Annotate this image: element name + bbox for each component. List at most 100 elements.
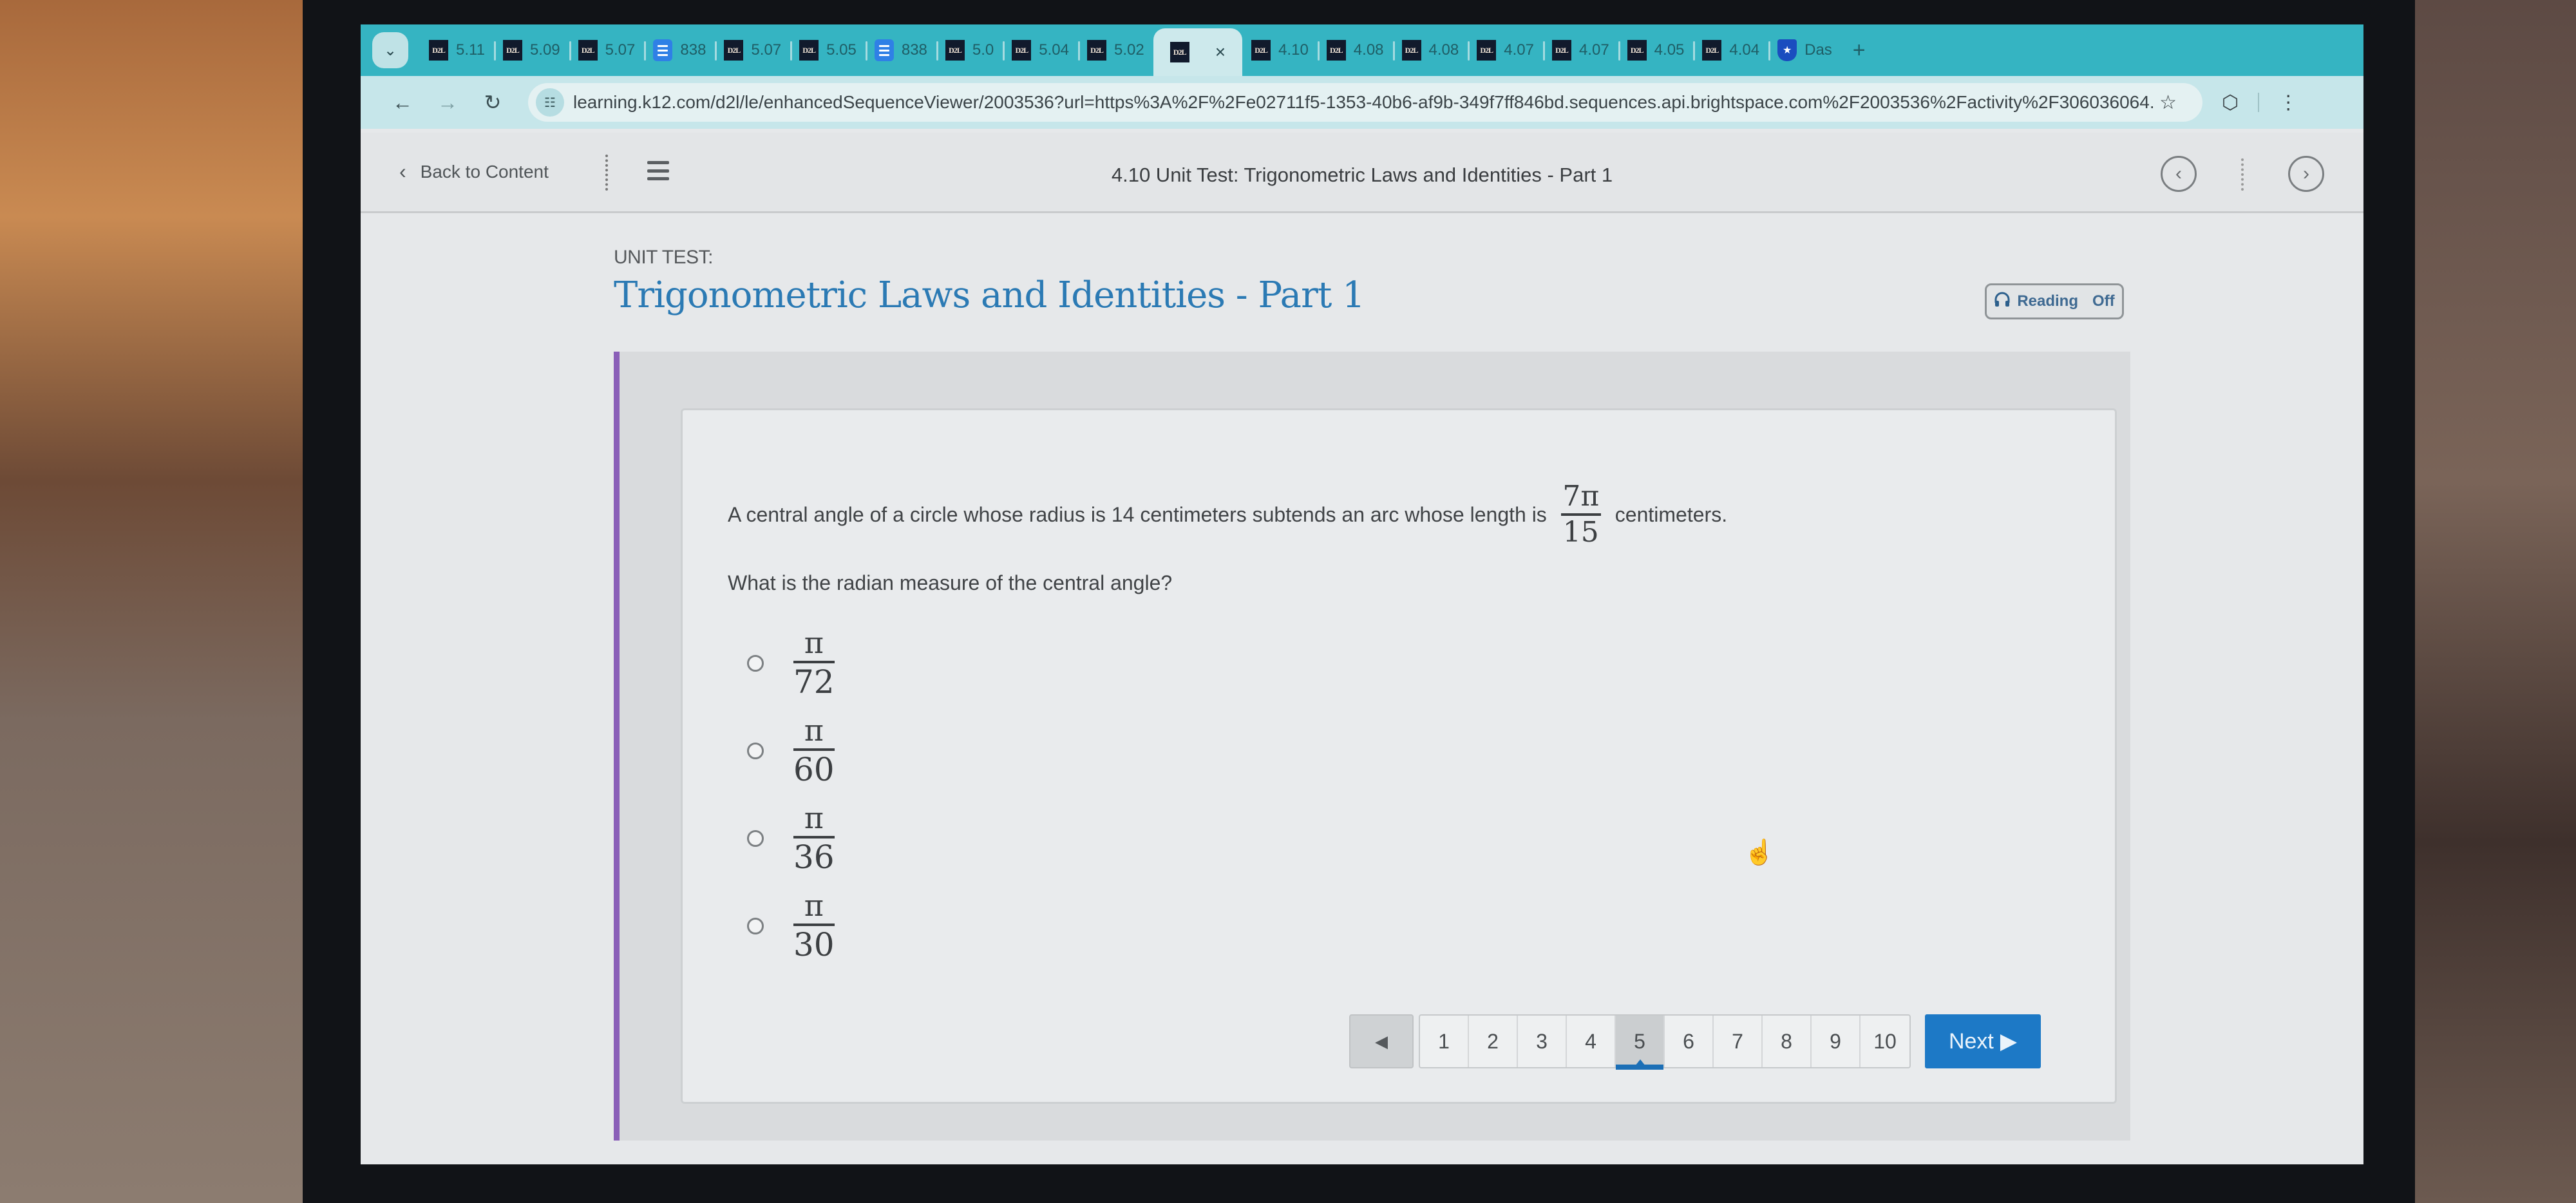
next-activity-button[interactable]: › xyxy=(2288,156,2324,192)
browser-toolbar: ← → ↻ ☷ learning.k12.com/d2l/le/enhanced… xyxy=(361,76,2363,129)
shield-favicon-icon: ★ xyxy=(1777,39,1797,61)
browser-tab[interactable]: D2L 4.08 xyxy=(1392,31,1468,70)
choice-fraction: π 36 xyxy=(793,802,835,875)
page-button[interactable]: 7 xyxy=(1714,1016,1763,1067)
browser-tab[interactable]: 838 xyxy=(644,31,715,70)
browser-tab[interactable]: D2L 5.05 xyxy=(790,31,866,70)
next-question-button[interactable]: Next ▶ xyxy=(1925,1014,2041,1068)
radio-button[interactable] xyxy=(747,743,764,759)
browser-tab[interactable]: D2L 5.07 xyxy=(569,31,645,70)
choice-fraction: π 30 xyxy=(793,889,835,963)
back-button[interactable]: ← xyxy=(380,91,425,115)
extensions-icon[interactable]: ⬡ xyxy=(2222,91,2239,114)
tab-title: 4.05 xyxy=(1654,41,1685,59)
answer-choice[interactable]: π 60 xyxy=(747,707,835,795)
answer-choice[interactable]: π 36 xyxy=(747,795,835,882)
docs-favicon-icon xyxy=(874,39,894,61)
fraction-numerator: π xyxy=(804,625,824,661)
tab-title: 4.07 xyxy=(1504,41,1534,59)
browser-tab[interactable]: D2L 5.07 xyxy=(715,31,790,70)
radio-button[interactable] xyxy=(747,918,764,934)
browser-tab[interactable]: D2L 5.0 xyxy=(936,31,1003,70)
tab-title: 5.09 xyxy=(529,41,560,59)
question-card: A central angle of a circle whose radius… xyxy=(681,408,2117,1104)
choice-fraction: π 60 xyxy=(793,714,835,788)
browser-tab[interactable]: D2L 5.04 xyxy=(1003,31,1078,70)
page-button[interactable]: 2 xyxy=(1469,1016,1518,1067)
d2l-favicon-icon: D2L xyxy=(429,40,448,61)
radio-button[interactable] xyxy=(747,830,764,847)
reading-state: Off xyxy=(2092,292,2115,310)
page-button[interactable]: 6 xyxy=(1665,1016,1714,1067)
fraction-denominator: 30 xyxy=(793,925,835,963)
radio-button[interactable] xyxy=(747,655,764,672)
d2l-favicon-icon: D2L xyxy=(1627,40,1647,61)
tab-title: 5.05 xyxy=(826,41,857,59)
tab-search-button[interactable]: ⌄ xyxy=(372,32,408,68)
browser-tab[interactable]: D2L 4.07 xyxy=(1542,31,1618,70)
unit-test-label: UNIT TEST: xyxy=(614,247,713,268)
site-info-icon[interactable]: ☷ xyxy=(536,88,564,117)
bookmark-star-icon[interactable]: ☆ xyxy=(2159,91,2177,114)
page-button[interactable]: 10 xyxy=(1861,1016,1909,1067)
fraction-numerator: π xyxy=(804,800,824,836)
reload-button[interactable]: ↻ xyxy=(470,90,515,115)
tab-title: 4.07 xyxy=(1578,41,1609,59)
reading-toggle-button[interactable]: Reading Off xyxy=(1985,283,2124,319)
browser-tab[interactable]: D2L 5.11 xyxy=(420,31,494,70)
browser-tab[interactable]: 838 xyxy=(865,31,936,70)
d2l-favicon-icon: D2L xyxy=(799,40,819,61)
fraction-denominator: 15 xyxy=(1562,516,1599,549)
answer-choice[interactable]: π 72 xyxy=(747,620,835,707)
hand-cursor-icon: ☝ xyxy=(1744,839,1775,866)
question-pagination: ◀ 1 2 3 4 5 6 7 8 9 10 Next ▶ xyxy=(1349,1014,2041,1070)
browser-tab[interactable]: ★ Das xyxy=(1768,31,1841,70)
url-text[interactable]: learning.k12.com/d2l/le/enhancedSequence… xyxy=(573,92,2153,113)
tab-title: 4.08 xyxy=(1353,41,1384,59)
forward-button[interactable]: → xyxy=(425,91,470,115)
page-button-current[interactable]: 5 xyxy=(1616,1016,1665,1070)
tab-title: 5.02 xyxy=(1114,41,1144,59)
browser-menu-icon[interactable]: ⋮ xyxy=(2278,91,2298,114)
activity-title: 4.10 Unit Test: Trigonometric Laws and I… xyxy=(1111,164,1613,186)
page-button[interactable]: 3 xyxy=(1518,1016,1567,1067)
tab-title: 838 xyxy=(680,41,706,59)
previous-question-button[interactable]: ◀ xyxy=(1349,1014,1414,1068)
new-tab-button[interactable]: + xyxy=(1853,38,1866,63)
stem-text: A central angle of a circle whose radius… xyxy=(728,502,1547,526)
header-divider xyxy=(2241,158,2244,191)
tab-title: 5.04 xyxy=(1039,41,1069,59)
question-stem: A central angle of a circle whose radius… xyxy=(728,480,1728,549)
docs-favicon-icon xyxy=(653,39,673,61)
page-button[interactable]: 1 xyxy=(1420,1016,1469,1067)
page-button[interactable]: 4 xyxy=(1567,1016,1616,1067)
address-bar[interactable]: ☷ learning.k12.com/d2l/le/enhancedSequen… xyxy=(528,83,2202,122)
browser-tab[interactable]: D2L 4.05 xyxy=(1618,31,1694,70)
tab-title: 4.04 xyxy=(1729,41,1760,59)
browser-tab[interactable]: D2L 4.04 xyxy=(1693,31,1768,70)
browser-tab[interactable]: D2L 4.10 xyxy=(1242,31,1318,70)
answer-choices: π 72 π 60 π 36 π 30 xyxy=(747,620,835,970)
page-button[interactable]: 8 xyxy=(1763,1016,1812,1067)
browser-tab[interactable]: D2L 5.02 xyxy=(1078,31,1153,70)
previous-activity-button[interactable]: ‹ xyxy=(2161,156,2197,192)
d2l-favicon-icon: D2L xyxy=(1551,40,1571,61)
chevron-left-icon: ‹ xyxy=(2175,163,2182,184)
fraction-numerator: 7π xyxy=(1562,480,1600,513)
close-tab-icon[interactable]: × xyxy=(1215,42,1226,62)
d2l-favicon-icon: D2L xyxy=(1401,40,1421,61)
fraction-denominator: 72 xyxy=(793,663,835,701)
browser-tab[interactable]: D2L 4.08 xyxy=(1317,31,1393,70)
d2l-favicon-icon: D2L xyxy=(1326,40,1346,61)
fraction-numerator: π xyxy=(804,713,824,748)
browser-tab[interactable]: D2L 5.09 xyxy=(493,31,569,70)
browser-tab[interactable]: D2L 4.07 xyxy=(1468,31,1543,70)
fraction-numerator: π xyxy=(804,888,824,924)
choice-fraction: π 72 xyxy=(793,627,835,700)
browser-tab-active[interactable]: D2L × xyxy=(1153,28,1243,76)
answer-choice[interactable]: π 30 xyxy=(747,882,835,970)
stem-text-end: centimeters. xyxy=(1615,502,1728,526)
tab-title: 5.07 xyxy=(751,41,782,59)
page-button[interactable]: 9 xyxy=(1812,1016,1861,1067)
d2l-favicon-icon: D2L xyxy=(502,40,522,61)
